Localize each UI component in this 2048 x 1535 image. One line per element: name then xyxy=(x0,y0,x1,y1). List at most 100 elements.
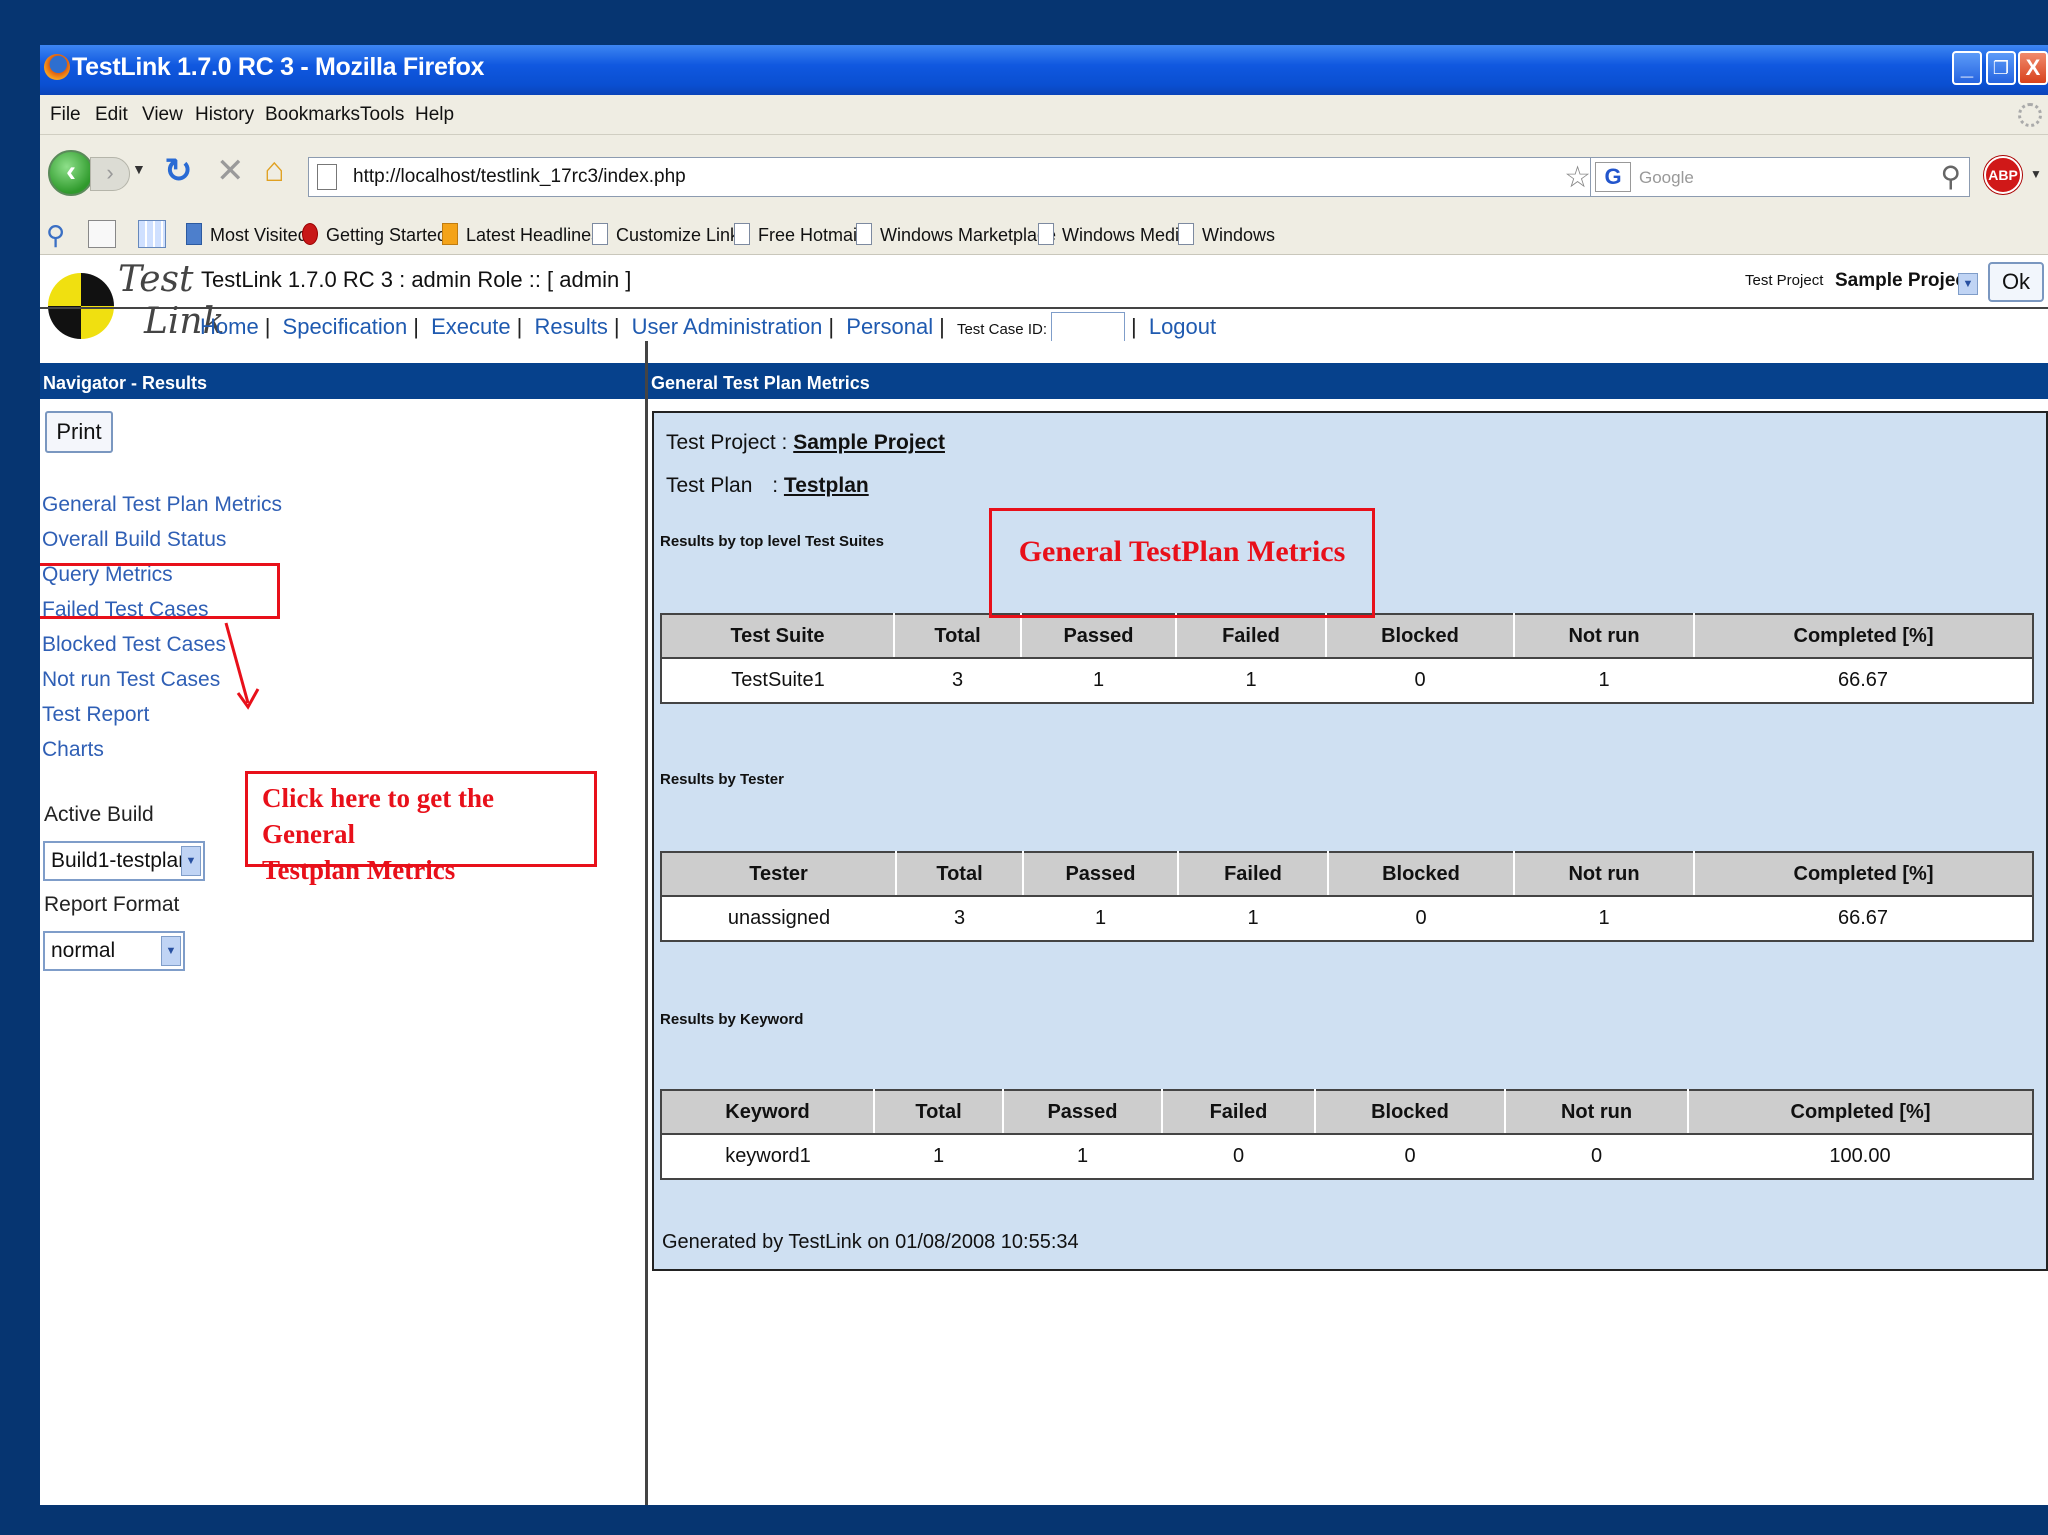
bookmark-latest-headlines[interactable]: Latest Headlines xyxy=(442,223,600,246)
project-select[interactable]: Sample Project xyxy=(1835,270,1972,292)
search-box[interactable]: G Google ⚲ xyxy=(1590,157,1970,197)
back-button[interactable]: ‹ xyxy=(48,150,94,196)
bookmark-windows-marketplace[interactable]: Windows Marketplace xyxy=(856,223,1056,246)
column-header: Failed xyxy=(1162,1090,1316,1135)
table-cell: 0 xyxy=(1404,1145,1416,1167)
table-cell: 0 xyxy=(1415,907,1427,929)
test-plan-separator: : xyxy=(772,474,779,497)
table-cell: 1 xyxy=(1247,907,1259,929)
table-cell: 0 xyxy=(1414,669,1426,691)
table-cell: 66.67 xyxy=(1837,669,1889,691)
link-blocked-test-cases[interactable]: Blocked Test Cases xyxy=(42,633,226,657)
forward-button[interactable]: › xyxy=(90,157,130,191)
report-format-value: normal xyxy=(51,939,116,962)
window-title: TestLink 1.7.0 RC 3 - Mozilla Firefox xyxy=(72,53,485,81)
section-title-suites: Results by top level Test Suites xyxy=(660,533,884,550)
search-bookmark-icon[interactable]: ⚲ xyxy=(46,220,74,250)
home-icon[interactable]: ⌂ xyxy=(264,151,285,190)
throbber-icon xyxy=(2018,103,2042,127)
url-text[interactable]: http://localhost/testlink_17rc3/index.ph… xyxy=(353,166,686,188)
column-header: Failed xyxy=(1178,852,1329,897)
menu-history[interactable]: History xyxy=(195,104,254,126)
nav-logout[interactable]: Logout xyxy=(1149,314,1216,339)
nav-execute[interactable]: Execute xyxy=(431,314,511,339)
table-cell: 1 xyxy=(1598,669,1610,691)
bookmark-customize-links[interactable]: Customize Links xyxy=(592,223,748,246)
add-bookmark-icon[interactable] xyxy=(88,220,116,248)
menu-tools[interactable]: Tools xyxy=(360,104,404,126)
menu-file[interactable]: File xyxy=(50,104,81,126)
firefox-icon xyxy=(44,54,70,80)
bookmark-free-hotmail[interactable]: Free Hotmail xyxy=(734,223,861,246)
test-case-id-input[interactable] xyxy=(1050,312,1125,344)
nav-personal[interactable]: Personal xyxy=(846,314,933,339)
report-format-label: Report Format xyxy=(44,893,180,916)
menu-help[interactable]: Help xyxy=(415,104,454,126)
nav-results[interactable]: Results xyxy=(534,314,607,339)
column-header: Completed [%] xyxy=(1694,614,2033,659)
history-dropdown-icon[interactable]: ▼ xyxy=(132,161,146,177)
bookmark-label: Windows Marketplace xyxy=(880,225,1057,245)
link-general-test-plan-metrics[interactable]: General Test Plan Metrics xyxy=(42,493,282,517)
nav-user-administration[interactable]: User Administration xyxy=(632,314,823,339)
annotation-callout-right: General TestPlan Metrics xyxy=(989,508,1375,618)
search-placeholder[interactable]: Google xyxy=(1639,168,1694,188)
reload-icon[interactable]: ↻ xyxy=(164,151,193,191)
column-header: Keyword xyxy=(661,1090,875,1135)
annotation-callout-left: Click here to get the General Testplan M… xyxy=(245,771,597,885)
chevron-down-icon: ▼ xyxy=(181,846,201,876)
minimize-button[interactable]: _ xyxy=(1952,51,1982,85)
link-charts[interactable]: Charts xyxy=(42,738,104,762)
column-header: Total xyxy=(894,614,1022,659)
nav-home[interactable]: Home xyxy=(200,314,259,339)
metrics-header: General Test Plan Metrics xyxy=(648,361,2048,401)
bookmark-most-visited[interactable]: Most Visited xyxy=(186,223,308,246)
nav-specification[interactable]: Specification xyxy=(283,314,408,339)
column-header: Blocked xyxy=(1328,852,1515,897)
bookmark-getting-started[interactable]: Getting Started xyxy=(302,223,447,246)
table-row: keyword1 1 1 0 0 0 100.00 xyxy=(661,1134,2033,1179)
bookmark-windows-media[interactable]: Windows Media xyxy=(1038,223,1189,246)
table-cell: 3 xyxy=(951,669,964,691)
project-label: Test Project xyxy=(1745,272,1824,289)
report-format-select[interactable]: normal ▼ xyxy=(43,931,185,971)
search-icon[interactable]: ⚲ xyxy=(1940,160,1961,193)
link-not-run-test-cases[interactable]: Not run Test Cases xyxy=(42,668,220,692)
address-bar[interactable]: http://localhost/testlink_17rc3/index.ph… xyxy=(308,157,1616,197)
test-project-link[interactable]: Sample Project xyxy=(793,431,945,454)
suites-table: Test Suite Total Passed Failed Blocked N… xyxy=(660,613,2034,704)
stop-icon[interactable]: ✕ xyxy=(216,151,245,191)
menu-view[interactable]: View xyxy=(142,104,183,126)
table-cell: unassigned xyxy=(727,907,831,929)
annotation-text: General TestPlan Metrics xyxy=(1018,535,1346,568)
table-header-row: Keyword Total Passed Failed Blocked Not … xyxy=(661,1090,2033,1135)
test-case-id-label: Test Case ID: xyxy=(956,320,1047,338)
search-engine-icon[interactable]: G xyxy=(1595,162,1631,192)
adblock-icon[interactable]: ABP xyxy=(1984,156,2022,194)
annotation-text-line: Click here to get the General xyxy=(262,783,494,849)
column-header: Tester xyxy=(661,852,897,897)
generated-footer: Generated by TestLink on 01/08/2008 10:5… xyxy=(662,1231,1079,1253)
adblock-dropdown-icon[interactable]: ▼ xyxy=(2030,167,2042,181)
table-row: TestSuite1 3 1 1 0 1 66.67 xyxy=(661,658,2033,703)
project-dropdown-icon[interactable]: ▼ xyxy=(1958,273,1978,295)
print-button[interactable]: Print xyxy=(45,411,113,453)
bookmark-star-icon[interactable]: ☆ xyxy=(1564,160,1591,195)
menu-edit[interactable]: Edit xyxy=(95,104,128,126)
menu-bookmarks[interactable]: Bookmarks xyxy=(265,104,360,126)
test-plan-link[interactable]: Testplan xyxy=(784,474,869,497)
bookmark-windows[interactable]: Windows xyxy=(1178,223,1275,246)
calendar-icon[interactable] xyxy=(138,220,166,248)
maximize-button[interactable]: ❐ xyxy=(1986,51,2016,85)
title-bar: TestLink 1.7.0 RC 3 - Mozilla Firefox _ … xyxy=(40,45,2048,95)
table-cell: 3 xyxy=(953,907,966,929)
link-test-report[interactable]: Test Report xyxy=(42,703,149,727)
table-cell: 1 xyxy=(1598,907,1610,929)
ok-button[interactable]: Ok xyxy=(1988,262,2044,302)
close-button[interactable]: X xyxy=(2018,51,2048,85)
link-overall-build-status[interactable]: Overall Build Status xyxy=(42,528,226,552)
active-build-select[interactable]: Build1-testplan ▼ xyxy=(43,841,205,881)
column-header: Total xyxy=(874,1090,1004,1135)
bookmark-label: Windows xyxy=(1202,225,1276,245)
table-cell: 1 xyxy=(1245,669,1257,691)
